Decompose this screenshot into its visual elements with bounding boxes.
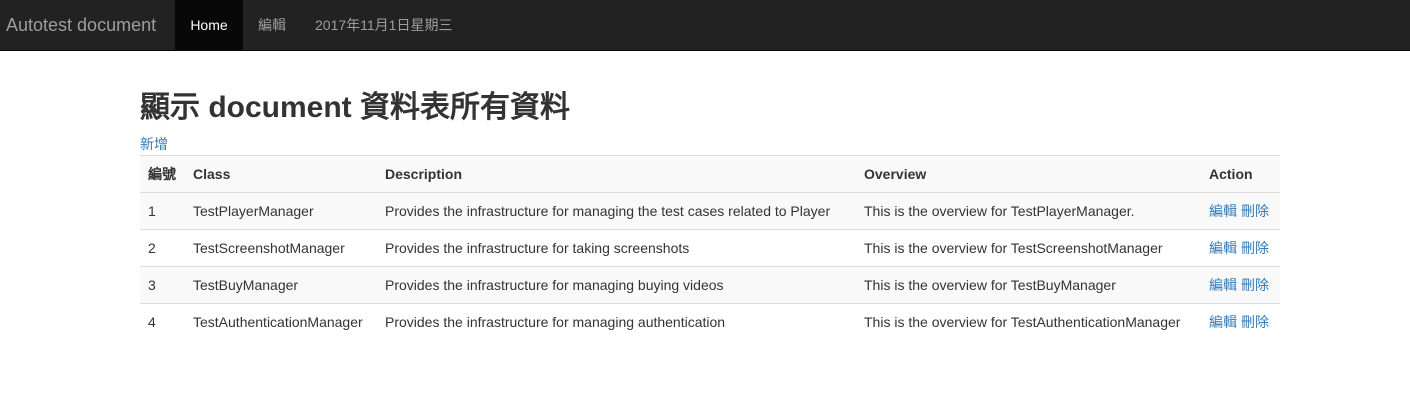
cell-id: 1 [140,192,185,230]
table-row: 3 TestBuyManager Provides the infrastruc… [140,266,1280,304]
brand-link[interactable]: Autotest document [6,0,156,51]
header-class: Class [185,155,377,193]
cell-overview: This is the overview for TestBuyManager [856,266,1201,304]
header-action: Action [1201,155,1280,193]
cell-action: 編輯 刪除 [1201,303,1280,341]
cell-class: TestPlayerManager [185,192,377,230]
nav-home[interactable]: Home [175,0,243,51]
nav-edit[interactable]: 編輯 [258,0,286,51]
cell-class: TestBuyManager [185,266,377,304]
cell-description: Provides the infrastructure for managing… [377,192,856,230]
cell-id: 2 [140,229,185,267]
cell-id: 3 [140,266,185,304]
table-row: 4 TestAuthenticationManager Provides the… [140,303,1280,341]
cell-action: 編輯 刪除 [1201,229,1280,267]
page-title: 顯示 document 資料表所有資料 [140,91,571,124]
edit-link[interactable]: 編輯 [1209,277,1237,293]
table-row: 1 TestPlayerManager Provides the infrast… [140,192,1280,230]
cell-id: 4 [140,303,185,341]
table-row: 2 TestScreenshotManager Provides the inf… [140,229,1280,267]
top-navbar: Autotest document Home 編輯 2017年11月1日星期三 [0,0,1410,51]
cell-description: Provides the infrastructure for managing… [377,266,856,304]
delete-link[interactable]: 刪除 [1241,277,1269,293]
cell-description: Provides the infrastructure for taking s… [377,229,856,267]
header-id: 編號 [140,155,185,193]
edit-link[interactable]: 編輯 [1209,240,1237,256]
add-link[interactable]: 新增 [140,134,168,154]
table-header-row: 編號 Class Description Overview Action [140,155,1280,193]
delete-link[interactable]: 刪除 [1241,314,1269,330]
cell-action: 編輯 刪除 [1201,266,1280,304]
header-description: Description [377,155,856,193]
delete-link[interactable]: 刪除 [1241,240,1269,256]
delete-link[interactable]: 刪除 [1241,203,1269,219]
nav-date: 2017年11月1日星期三 [315,17,453,33]
cell-description: Provides the infrastructure for managing… [377,303,856,341]
cell-overview: This is the overview for TestScreenshotM… [856,229,1201,267]
cell-action: 編輯 刪除 [1201,192,1280,230]
edit-link[interactable]: 編輯 [1209,314,1237,330]
document-table: 編號 Class Description Overview Action 1 T… [140,155,1280,341]
cell-class: TestScreenshotManager [185,229,377,267]
header-overview: Overview [856,155,1201,193]
cell-class: TestAuthenticationManager [185,303,377,341]
cell-overview: This is the overview for TestAuthenticat… [856,303,1201,341]
cell-overview: This is the overview for TestPlayerManag… [856,192,1201,230]
edit-link[interactable]: 編輯 [1209,203,1237,219]
